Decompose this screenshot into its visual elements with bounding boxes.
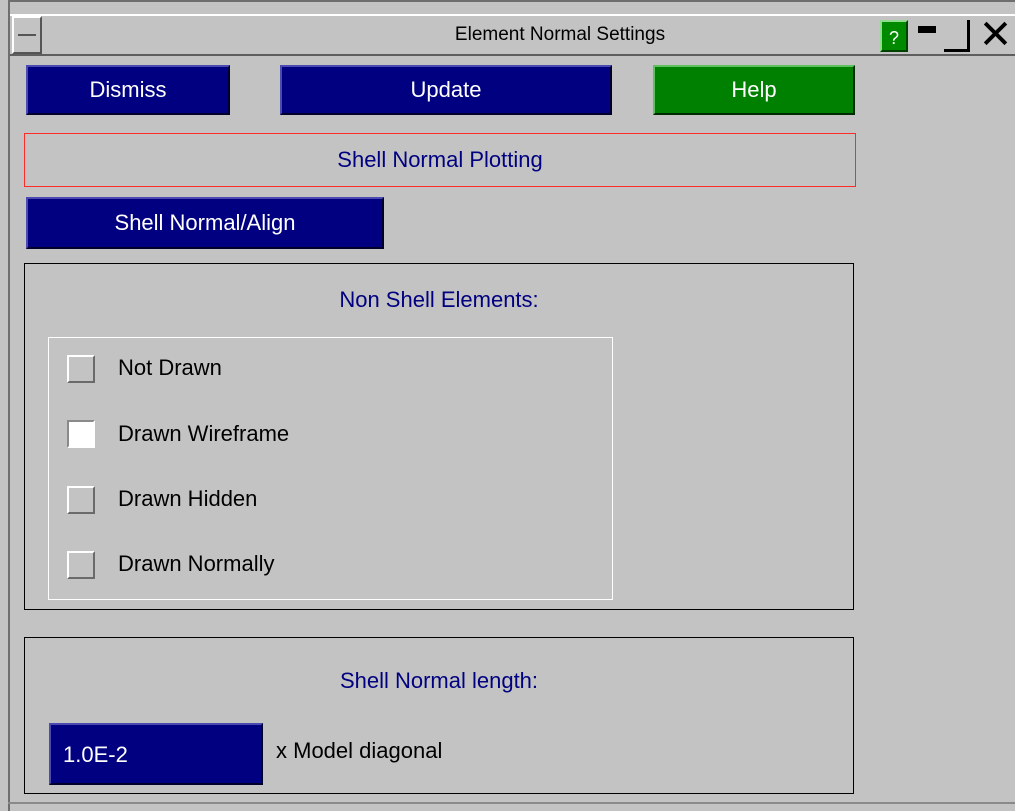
update-button[interactable]: Update (280, 65, 612, 115)
option-drawn-wireframe-label[interactable]: Drawn Wireframe (118, 421, 289, 447)
help-button[interactable]: Help (653, 65, 855, 115)
option-drawn-hidden-toggle[interactable] (67, 486, 95, 514)
close-icon: ✕ (978, 13, 1013, 57)
system-menu-button[interactable] (12, 16, 42, 54)
shell-normal-length-heading: Shell Normal length: (339, 668, 539, 693)
close-button[interactable]: ✕ (976, 14, 1015, 56)
minimize-icon (918, 26, 936, 33)
option-drawn-normally-toggle[interactable] (67, 551, 95, 579)
shell-normal-plotting-header: Shell Normal Plotting (24, 133, 856, 187)
minimize-button[interactable] (914, 20, 940, 52)
window-title: Element Normal Settings (454, 24, 666, 45)
menu-dash-icon (18, 34, 36, 36)
maximize-button[interactable] (944, 20, 970, 52)
option-not-drawn-label[interactable]: Not Drawn (118, 355, 222, 381)
option-not-drawn-toggle[interactable] (67, 355, 95, 383)
window-bottom-edge (8, 802, 1015, 804)
option-drawn-wireframe-toggle[interactable] (67, 420, 95, 448)
normal-length-input[interactable]: 1.0E-2 (49, 723, 263, 785)
option-drawn-hidden-label[interactable]: Drawn Hidden (118, 486, 257, 512)
shell-normal-align-button[interactable]: Shell Normal/Align (26, 197, 384, 249)
dismiss-button[interactable]: Dismiss (26, 65, 230, 115)
context-help-button[interactable]: ? (880, 20, 908, 52)
normal-length-unit-label: x Model diagonal (276, 738, 443, 763)
option-drawn-normally-label[interactable]: Drawn Normally (118, 551, 274, 577)
non-shell-elements-heading: Non Shell Elements: (339, 287, 539, 312)
